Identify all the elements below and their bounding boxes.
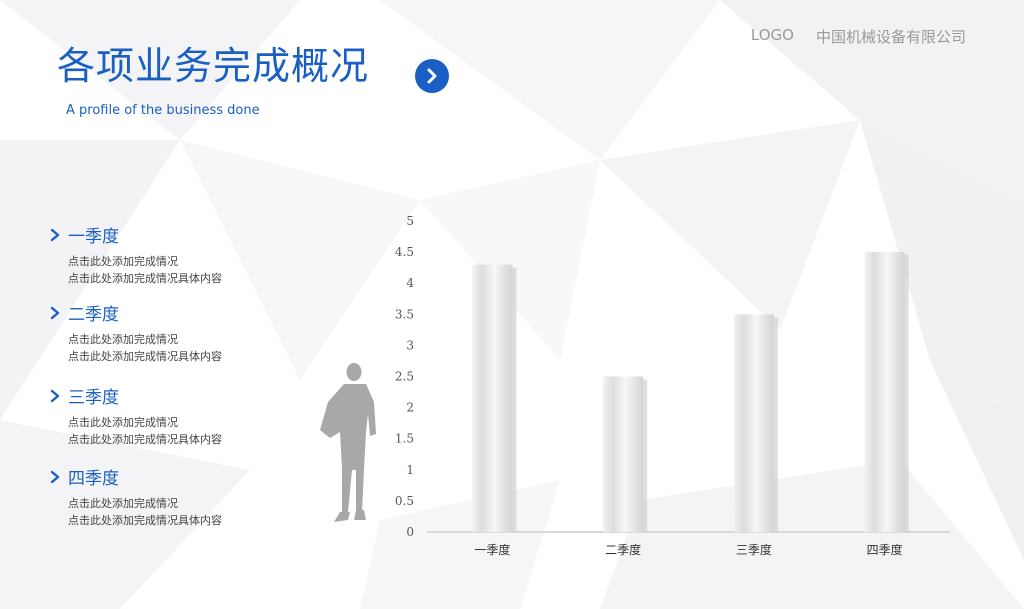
quarter-item-4[interactable]: 四季度 点击此处添加完成情况 点击此处添加完成情况具体内容 [50,464,222,529]
logo-text: LOGO [750,26,794,44]
title-arrow-button[interactable] [415,59,449,93]
quarter-item-3[interactable]: 三季度 点击此处添加完成情况 点击此处添加完成情况具体内容 [50,383,222,448]
y-tick-label: 1 [406,463,414,477]
quarter-title: 二季度 [68,305,119,325]
page-subtitle: A profile of the business done [66,103,260,118]
x-tick-label: 三季度 [736,542,772,557]
bar [472,264,513,532]
chevron-right-circle-icon [427,68,437,84]
quarterly-bar-chart: 0 0.5 1 1.5 2 2.5 3 3.5 4 4.5 5 一季度 二季度 三季度 四季度 [395,214,950,557]
y-tick-label: 3.5 [395,307,414,321]
y-tick-label: 4.5 [395,245,414,259]
y-tick-label: 1.5 [395,432,414,446]
x-tick-label: 二季度 [605,542,641,557]
quarter-desc-line1: 点击此处添加完成情况 [68,497,178,510]
y-tick-label: 5 [406,214,414,228]
quarter-desc-line2: 点击此处添加完成情况具体内容 [68,433,222,446]
y-tick-label: 0.5 [395,494,414,508]
x-tick-label: 四季度 [867,542,903,557]
quarter-item-2[interactable]: 二季度 点击此处添加完成情况 点击此处添加完成情况具体内容 [50,300,222,365]
quarter-desc-line1: 点击此处添加完成情况 [68,333,178,346]
page-title: 各项业务完成概况 [57,44,370,88]
top-right-header: LOGO 中国机械设备有限公司 [751,26,966,47]
y-tick-label: 4 [406,276,414,290]
quarter-desc-line2: 点击此处添加完成情况具体内容 [68,514,222,527]
quarter-desc-line2: 点击此处添加完成情况具体内容 [68,272,222,285]
chevron-right-icon [50,470,60,483]
chevron-right-icon [50,389,60,402]
y-tick-label: 0 [406,525,414,539]
quarter-desc-line1: 点击此处添加完成情况 [68,416,178,429]
quarter-title: 三季度 [68,388,119,408]
bar [603,376,644,532]
person-silhouette [320,363,376,522]
y-tick-label: 2.5 [395,370,414,384]
quarter-desc-line2: 点击此处添加完成情况具体内容 [68,350,222,363]
y-tick-label: 2 [406,401,414,415]
quarter-desc-line1: 点击此处添加完成情况 [68,255,178,268]
x-tick-label: 一季度 [474,542,510,557]
quarter-title: 一季度 [68,227,119,247]
chevron-right-icon [50,306,60,319]
quarter-title: 四季度 [68,469,119,489]
bar [864,252,905,532]
quarter-item-1[interactable]: 一季度 点击此处添加完成情况 点击此处添加完成情况具体内容 [50,222,222,287]
bar [733,314,774,532]
company-name: 中国机械设备有限公司 [815,28,966,46]
chevron-right-icon [50,228,60,241]
y-tick-label: 3 [406,338,414,352]
